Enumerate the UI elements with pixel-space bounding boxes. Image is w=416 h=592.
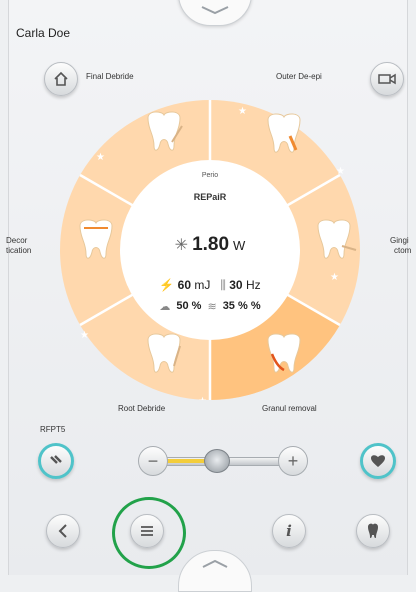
chevron-down-icon <box>201 6 229 15</box>
chevron-up-icon <box>202 559 228 568</box>
info-icon: i <box>286 522 292 540</box>
energy-value: 60 <box>177 278 192 292</box>
granul-removal-label: Granul removal <box>262 404 317 413</box>
gingivectomy-label-line1: Gingi <box>390 236 409 245</box>
energy-icon: ⚡ <box>159 278 175 292</box>
gingivectomy-label-line2: ctom <box>394 246 412 255</box>
increase-button[interactable]: + <box>278 446 308 476</box>
energy-unit: mJ <box>194 278 211 292</box>
decortication-label-line2: tication <box>6 246 32 255</box>
svg-text:★: ★ <box>336 166 345 177</box>
power-value: 1.80 <box>192 234 230 255</box>
svg-text:★: ★ <box>96 152 105 163</box>
decrease-button[interactable]: − <box>138 446 168 476</box>
spray-readout: ☁ 50 % ≋ 35 % % <box>130 300 290 313</box>
mode-name: REPaiR <box>193 192 227 202</box>
user-name: Carla Doe <box>16 26 71 40</box>
handpiece-label: RFPT5 <box>40 425 66 434</box>
mode-category: Perio <box>201 172 219 179</box>
slider-knob[interactable] <box>204 449 230 473</box>
handpiece-icon <box>50 455 62 464</box>
final-debride-label: Final Debride <box>86 72 134 81</box>
power-readout: ✳ 1.80 W <box>130 234 290 256</box>
decortication-label-line1: Decor <box>6 236 28 245</box>
laser-icon: ✳ <box>174 237 189 254</box>
parameter-panel: Perio REPaiR ✳ 1.80 W ⚡ 60 mJ ⫼ 30 Hz ☁ … <box>130 160 290 340</box>
plus-icon: + <box>287 451 299 471</box>
svg-text:★: ★ <box>198 396 207 400</box>
power-unit: W <box>233 238 246 253</box>
info-button[interactable]: i <box>272 514 306 548</box>
svg-text:★: ★ <box>330 272 339 283</box>
handpiece-button[interactable] <box>38 443 74 479</box>
menu-highlight-ring <box>112 497 186 569</box>
minus-icon: − <box>147 451 159 471</box>
camera-icon <box>378 73 396 85</box>
tooth-icon <box>368 523 378 539</box>
energy-group: ⚡ 60 mJ <box>159 278 210 293</box>
power-slider[interactable]: − + <box>138 446 308 476</box>
root-debride-label: Root Debride <box>118 404 166 413</box>
pulse-readout: ⚡ 60 mJ ⫼ 30 Hz <box>130 278 290 293</box>
svg-text:★: ★ <box>238 106 247 117</box>
home-icon <box>54 71 68 86</box>
svg-text:★: ★ <box>80 330 89 341</box>
air-percentage: 50 % <box>176 300 202 312</box>
favorite-button[interactable] <box>360 443 396 479</box>
tooth-settings-button[interactable] <box>356 514 390 548</box>
home-button[interactable] <box>44 62 78 96</box>
camera-button[interactable] <box>370 62 404 96</box>
frequency-icon: ⫼ <box>220 278 226 292</box>
back-button[interactable] <box>46 514 80 548</box>
heart-icon <box>371 455 385 467</box>
frequency-group: ⫼ 30 Hz <box>220 278 260 293</box>
chevron-left-icon <box>58 524 67 538</box>
frequency-unit: Hz <box>245 278 261 292</box>
water-percentage: 35 % % <box>222 300 261 312</box>
air-icon: ☁ <box>159 301 171 313</box>
water-icon: ≋ <box>207 301 217 313</box>
outer-de-epi-label: Outer De-epi <box>276 72 322 81</box>
frequency-value: 30 <box>229 278 243 292</box>
